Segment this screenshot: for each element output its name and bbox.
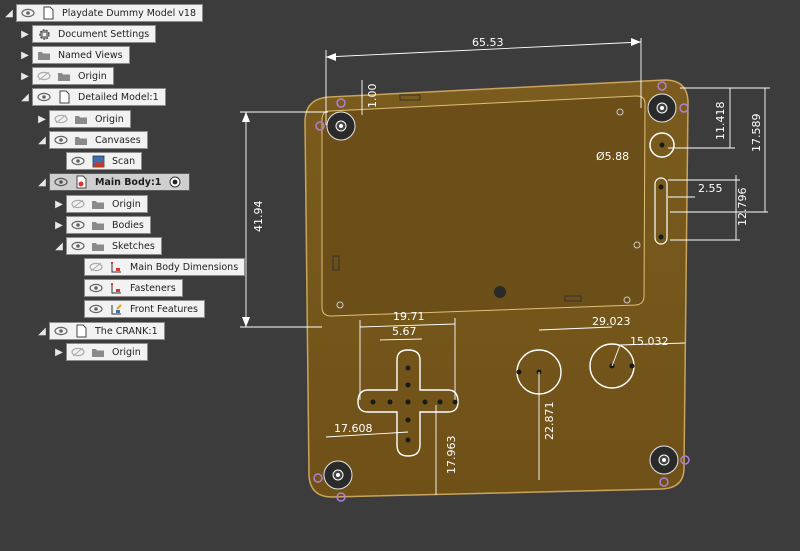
tree-node-sketch-dimensions[interactable]: Main Body Dimensions — [70, 258, 246, 276]
tree-node-sketch-fasteners[interactable]: Fasteners — [70, 279, 183, 297]
tree-label: Bodies — [112, 219, 144, 231]
tree-label: The CRANK:1 — [95, 325, 158, 337]
expand-arrow-icon[interactable]: ▶ — [35, 110, 49, 128]
eye-icon[interactable] — [53, 175, 69, 189]
collapse-arrow-icon[interactable]: ◢ — [52, 237, 66, 255]
tree-label: Main Body:1 — [95, 176, 162, 188]
expand-arrow-icon[interactable]: ▶ — [18, 25, 32, 43]
component-icon — [56, 90, 72, 104]
folder-icon — [90, 239, 106, 253]
tree-node-canvases[interactable]: ◢ Canvases — [35, 131, 148, 149]
collapse-arrow-icon[interactable]: ◢ — [35, 322, 49, 340]
collapse-arrow-icon[interactable]: ◢ — [35, 131, 49, 149]
eye-hidden-icon[interactable] — [36, 69, 52, 83]
component-active-icon — [73, 175, 89, 189]
folder-icon — [90, 197, 106, 211]
tree-label: Canvases — [95, 134, 141, 146]
expand-arrow-icon[interactable]: ▶ — [18, 67, 32, 85]
tree-label: Origin — [112, 198, 141, 210]
component-icon — [73, 324, 89, 338]
collapse-arrow-icon[interactable]: ◢ — [18, 88, 32, 106]
tree-node-detailed-model[interactable]: ◢ Detailed Model:1 — [18, 88, 166, 106]
tree-node-document-settings[interactable]: ▶ Document Settings — [18, 25, 157, 43]
eye-icon[interactable] — [70, 218, 86, 232]
tree-node-named-views[interactable]: ▶ Named Views — [18, 46, 130, 64]
tree-label: Front Features — [130, 303, 198, 315]
tree-label: Scan — [112, 155, 136, 167]
expand-arrow-icon[interactable]: ▶ — [52, 216, 66, 234]
tree-label: Named Views — [58, 49, 123, 61]
eye-icon[interactable] — [36, 90, 52, 104]
tree-node-origin-crank[interactable]: ▶ Origin — [52, 343, 148, 361]
expand-arrow-icon[interactable]: ▶ — [18, 46, 32, 64]
tree-label: Origin — [112, 346, 141, 358]
gear-icon — [36, 27, 52, 41]
tree-node-bodies[interactable]: ▶ Bodies — [52, 216, 151, 234]
eye-hidden-icon[interactable] — [70, 345, 86, 359]
sketch-icon — [108, 281, 124, 295]
collapse-arrow-icon[interactable]: ◢ — [2, 4, 16, 22]
tree-label: Origin — [78, 70, 107, 82]
sketch-icon — [108, 260, 124, 274]
browser-panel: ◢ Playdate Dummy Model v18 ▶ Document Se… — [0, 0, 800, 551]
document-icon — [40, 6, 56, 20]
eye-hidden-icon[interactable] — [53, 112, 69, 126]
tree-label: Main Body Dimensions — [130, 261, 239, 273]
eye-hidden-icon[interactable] — [88, 260, 104, 274]
tree-label: Origin — [95, 113, 124, 125]
eye-hidden-icon[interactable] — [70, 197, 86, 211]
tree-node-origin-mb[interactable]: ▶ Origin — [52, 195, 148, 213]
tree-label: Sketches — [112, 240, 155, 252]
eye-icon[interactable] — [70, 154, 86, 168]
tree-node-origin-dm[interactable]: ▶ Origin — [35, 110, 131, 128]
image-canvas-icon — [90, 154, 106, 168]
tree-label: Fasteners — [130, 282, 176, 294]
tree-label: Detailed Model:1 — [78, 91, 159, 103]
tree-label: Playdate Dummy Model v18 — [62, 7, 196, 19]
folder-icon — [90, 345, 106, 359]
collapse-arrow-icon[interactable]: ◢ — [35, 173, 49, 191]
eye-icon[interactable] — [53, 133, 69, 147]
tree-label: Document Settings — [58, 28, 150, 40]
expand-arrow-icon[interactable]: ▶ — [52, 343, 66, 361]
eye-icon[interactable] — [53, 324, 69, 338]
tree-node-origin[interactable]: ▶ Origin — [18, 67, 114, 85]
tree-node-sketch-front-features[interactable]: Front Features — [70, 300, 205, 318]
expand-arrow-icon[interactable]: ▶ — [52, 195, 66, 213]
tree-node-scan[interactable]: Scan — [52, 152, 143, 170]
activate-radio-icon[interactable] — [167, 175, 183, 189]
folder-icon — [73, 112, 89, 126]
folder-icon — [73, 133, 89, 147]
folder-icon — [90, 218, 106, 232]
tree-node-main-body[interactable]: ◢ Main Body:1 — [35, 173, 191, 191]
tree-node-crank[interactable]: ◢ The CRANK:1 — [35, 322, 165, 340]
folder-icon — [56, 69, 72, 83]
eye-icon[interactable] — [88, 281, 104, 295]
eye-icon[interactable] — [70, 239, 86, 253]
eye-icon[interactable] — [20, 6, 36, 20]
folder-icon — [36, 48, 52, 62]
sketch-edit-icon — [108, 302, 124, 316]
eye-icon[interactable] — [88, 302, 104, 316]
tree-node-sketches[interactable]: ◢ Sketches — [52, 237, 162, 255]
tree-node-root[interactable]: ◢ Playdate Dummy Model v18 — [2, 4, 203, 22]
